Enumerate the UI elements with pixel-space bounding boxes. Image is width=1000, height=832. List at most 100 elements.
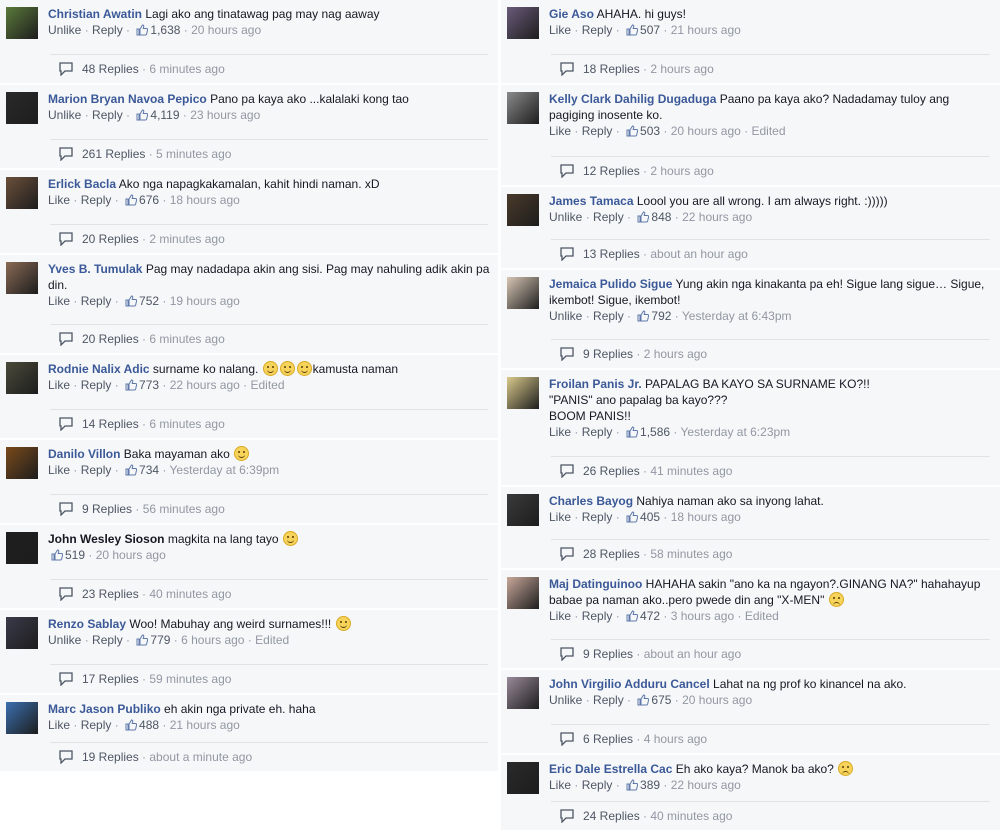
replies-row[interactable]: 14 Replies · 6 minutes ago — [50, 409, 488, 438]
avatar[interactable] — [6, 702, 38, 734]
replies-link[interactable]: 24 Replies · 40 minutes ago — [559, 808, 732, 824]
avatar[interactable] — [6, 532, 38, 564]
commenter-name[interactable]: Yves B. Tumulak — [48, 262, 142, 276]
like-count[interactable]: 773 — [139, 378, 159, 392]
reply-link[interactable]: Reply — [593, 309, 624, 323]
commenter-name[interactable]: Christian Awatin — [48, 7, 142, 21]
replies-row[interactable]: 9 Replies · 2 hours ago — [551, 339, 990, 368]
like-count[interactable]: 4,119 — [150, 108, 179, 122]
edited-label[interactable]: Edited — [751, 124, 785, 138]
avatar[interactable] — [507, 277, 539, 309]
reply-link[interactable]: Reply — [81, 378, 112, 392]
like-count[interactable]: 389 — [640, 778, 660, 792]
avatar[interactable] — [507, 762, 539, 794]
replies-row[interactable]: 26 Replies · 41 minutes ago — [551, 456, 990, 485]
reply-link[interactable]: Reply — [81, 193, 112, 207]
replies-count[interactable]: 261 Replies — [82, 147, 145, 161]
replies-row[interactable]: 9 Replies · about an hour ago — [551, 639, 990, 668]
like-count[interactable]: 472 — [640, 609, 660, 623]
commenter-name[interactable]: Danilo Villon — [48, 447, 120, 461]
replies-count[interactable]: 9 Replies — [583, 647, 633, 661]
reply-link[interactable]: Reply — [593, 693, 624, 707]
replies-link[interactable]: 14 Replies · 6 minutes ago — [58, 416, 225, 432]
comment-timestamp[interactable]: 19 hours ago — [170, 294, 240, 308]
replies-row[interactable]: 261 Replies · 5 minutes ago — [50, 139, 488, 168]
like-count[interactable]: 1,638 — [150, 23, 180, 37]
unlike-link[interactable]: Unlike — [549, 210, 582, 224]
replies-count[interactable]: 48 Replies — [82, 62, 139, 76]
replies-count[interactable]: 28 Replies — [583, 547, 640, 561]
like-link[interactable]: Like — [549, 124, 571, 138]
replies-count[interactable]: 13 Replies — [583, 247, 640, 261]
commenter-name[interactable]: Gie Aso — [549, 7, 594, 21]
comment-timestamp[interactable]: 18 hours ago — [671, 510, 741, 524]
like-count[interactable]: 734 — [139, 463, 159, 477]
comment-timestamp[interactable]: 22 hours ago — [671, 778, 741, 792]
replies-link[interactable]: 48 Replies · 6 minutes ago — [58, 61, 225, 77]
comment-timestamp[interactable]: 21 hours ago — [170, 718, 240, 732]
replies-link[interactable]: 261 Replies · 5 minutes ago — [58, 146, 231, 162]
replies-count[interactable]: 26 Replies — [583, 464, 640, 478]
comment-timestamp[interactable]: 20 hours ago — [682, 693, 752, 707]
like-link[interactable]: Like — [48, 294, 70, 308]
avatar[interactable] — [507, 92, 539, 124]
reply-link[interactable]: Reply — [81, 294, 112, 308]
reply-link[interactable]: Reply — [92, 108, 123, 122]
replies-count[interactable]: 20 Replies — [82, 232, 139, 246]
replies-row[interactable]: 13 Replies · about an hour ago — [551, 239, 990, 268]
like-link[interactable]: Like — [48, 463, 70, 477]
reply-link[interactable]: Reply — [593, 210, 624, 224]
commenter-name[interactable]: John Wesley Sioson — [48, 532, 164, 546]
replies-count[interactable]: 18 Replies — [583, 62, 640, 76]
like-count[interactable]: 507 — [640, 23, 660, 37]
replies-link[interactable]: 6 Replies · 4 hours ago — [559, 731, 707, 747]
commenter-name[interactable]: James Tamaca — [549, 194, 634, 208]
like-link[interactable]: Like — [549, 23, 571, 37]
avatar[interactable] — [507, 494, 539, 526]
edited-label[interactable]: Edited — [250, 378, 284, 392]
avatar[interactable] — [507, 577, 539, 609]
replies-link[interactable]: 20 Replies · 6 minutes ago — [58, 331, 225, 347]
replies-link[interactable]: 26 Replies · 41 minutes ago — [559, 463, 732, 479]
reply-link[interactable]: Reply — [81, 718, 112, 732]
replies-link[interactable]: 28 Replies · 58 minutes ago — [559, 546, 732, 562]
avatar[interactable] — [6, 262, 38, 294]
unlike-link[interactable]: Unlike — [48, 23, 81, 37]
edited-label[interactable]: Edited — [255, 633, 289, 647]
like-count[interactable]: 848 — [651, 210, 671, 224]
replies-link[interactable]: 19 Replies · about a minute ago — [58, 749, 252, 765]
replies-row[interactable]: 24 Replies · 40 minutes ago — [551, 801, 990, 830]
edited-label[interactable]: Edited — [745, 609, 779, 623]
comment-timestamp[interactable]: 20 hours ago — [671, 124, 741, 138]
replies-row[interactable]: 9 Replies · 56 minutes ago — [50, 494, 488, 523]
replies-row[interactable]: 19 Replies · about a minute ago — [50, 742, 488, 771]
commenter-name[interactable]: Jemaica Pulido Sigue — [549, 277, 672, 291]
replies-row[interactable]: 48 Replies · 6 minutes ago — [50, 54, 488, 83]
commenter-name[interactable]: Erlick Bacla — [48, 177, 116, 191]
reply-link[interactable]: Reply — [582, 425, 613, 439]
like-link[interactable]: Like — [549, 778, 571, 792]
replies-count[interactable]: 23 Replies — [82, 587, 139, 601]
replies-link[interactable]: 9 Replies · 56 minutes ago — [58, 501, 225, 517]
reply-link[interactable]: Reply — [582, 23, 613, 37]
replies-count[interactable]: 17 Replies — [82, 672, 139, 686]
commenter-name[interactable]: Maj Datinguinoo — [549, 577, 642, 591]
unlike-link[interactable]: Unlike — [48, 108, 81, 122]
reply-link[interactable]: Reply — [582, 778, 613, 792]
like-link[interactable]: Like — [48, 718, 70, 732]
like-count[interactable]: 752 — [139, 294, 159, 308]
replies-row[interactable]: 12 Replies · 2 hours ago — [551, 156, 990, 185]
like-count[interactable]: 488 — [139, 718, 159, 732]
like-count[interactable]: 1,586 — [640, 425, 670, 439]
reply-link[interactable]: Reply — [582, 609, 613, 623]
unlike-link[interactable]: Unlike — [549, 693, 582, 707]
reply-link[interactable]: Reply — [582, 124, 613, 138]
comment-timestamp[interactable]: 20 hours ago — [191, 23, 261, 37]
commenter-name[interactable]: Marc Jason Publiko — [48, 702, 161, 716]
avatar[interactable] — [6, 447, 38, 479]
like-count[interactable]: 675 — [651, 693, 671, 707]
comment-timestamp[interactable]: 23 hours ago — [190, 108, 260, 122]
comment-timestamp[interactable]: Yesterday at 6:43pm — [682, 309, 792, 323]
commenter-name[interactable]: Marion Bryan Navoa Pepico — [48, 92, 207, 106]
comment-timestamp[interactable]: 18 hours ago — [170, 193, 240, 207]
